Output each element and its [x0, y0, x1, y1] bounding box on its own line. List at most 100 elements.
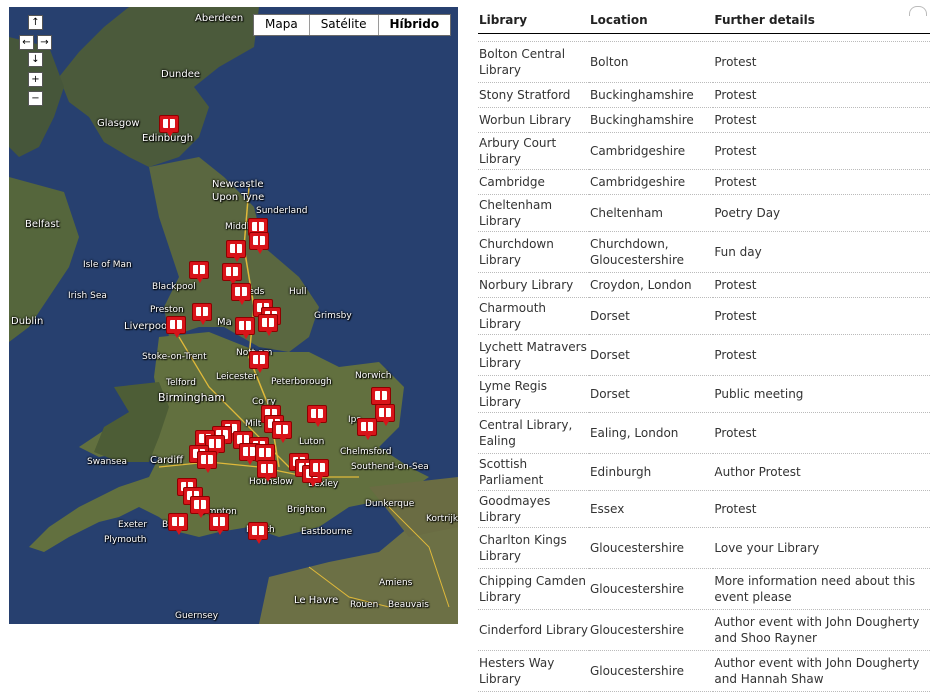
- library-marker-icon[interactable]: [248, 522, 268, 544]
- place-label: Ma: [217, 317, 232, 328]
- cell-details: Protest: [713, 169, 930, 195]
- table-row: Cambridge Cambridgeshire Protest: [478, 169, 930, 195]
- table-row: Cinderford Library Gloucestershire Author …: [478, 609, 930, 651]
- cell-location: Gloucestershire: [588, 609, 714, 651]
- map-type-mapa-button[interactable]: Mapa: [254, 15, 310, 35]
- place-label: Leicester: [216, 372, 257, 382]
- cell-library: Norbury Library: [478, 272, 589, 298]
- cell-library: Stony Stratford: [478, 82, 589, 108]
- library-marker-icon[interactable]: [159, 115, 179, 137]
- library-marker-icon[interactable]: [272, 421, 292, 443]
- place-label: Eastbourne: [301, 527, 353, 537]
- pan-up-button[interactable]: ↑: [28, 15, 43, 30]
- library-marker-icon[interactable]: [166, 316, 186, 338]
- pan-down-button[interactable]: ↓: [28, 52, 43, 67]
- place-label: Grimsby: [314, 311, 352, 321]
- place-label: Exeter: [118, 520, 148, 530]
- table-row: Chipping Camden Library Gloucestershire Mo…: [478, 568, 930, 610]
- place-label: Sunderland: [256, 206, 308, 216]
- cell-library: Cinderford Library: [478, 609, 589, 651]
- library-marker-icon[interactable]: [309, 459, 329, 481]
- column-header-library: Library: [478, 6, 589, 34]
- place-label: Amiens: [379, 578, 413, 588]
- table-row: Churchdown Library Churchdown, Gloucester…: [478, 231, 930, 273]
- cell-location: Gloucestershire: [588, 650, 714, 692]
- cell-library: Hesters Way Library: [478, 650, 589, 692]
- library-marker-icon[interactable]: [192, 303, 212, 325]
- pan-right-button[interactable]: →: [37, 35, 52, 50]
- place-label: Plymouth: [104, 535, 147, 545]
- place-label: Rouen: [350, 600, 379, 610]
- place-label: Hull: [289, 287, 307, 297]
- table-row: Central Library, Ealing Ealing, London Pro…: [478, 412, 930, 454]
- column-header-location: Location: [588, 6, 714, 34]
- map-type-hibrido-button[interactable]: Híbrido: [379, 15, 451, 35]
- place-label: Le Havre: [294, 595, 339, 606]
- table-row: Stony Stratford Buckinghamshire Protest: [478, 82, 930, 108]
- cell-details: Protest: [713, 41, 930, 83]
- library-marker-icon[interactable]: [209, 513, 229, 535]
- cell-details: Protest: [713, 82, 930, 108]
- library-marker-icon[interactable]: [357, 418, 377, 440]
- cell-location: Gloucestershire: [588, 568, 714, 610]
- library-marker-icon[interactable]: [168, 513, 188, 535]
- place-label: Preston: [150, 305, 184, 315]
- cell-details: Protest: [713, 272, 930, 298]
- library-marker-icon[interactable]: [190, 496, 210, 518]
- table-row: Worbun Library Buckinghamshire Protest: [478, 107, 930, 133]
- place-label: Brighton: [287, 505, 326, 515]
- cell-details: Love your Library: [713, 527, 930, 569]
- library-marker-icon[interactable]: [197, 451, 217, 473]
- library-map[interactable]: Mapa Satélite Híbrido ↑ ← → ↓ + − Aberde…: [9, 7, 458, 624]
- library-marker-icon[interactable]: [257, 460, 277, 482]
- cell-location: Edinburgh: [588, 453, 714, 491]
- library-marker-icon[interactable]: [235, 317, 255, 339]
- place-label: Birmingham: [158, 391, 226, 404]
- place-label: Cardiff: [150, 455, 184, 466]
- zoom-in-button[interactable]: +: [28, 72, 43, 87]
- cell-library: Bolton Central Library: [478, 41, 589, 83]
- map-satellite-base: [9, 7, 458, 624]
- library-marker-icon[interactable]: [231, 283, 251, 305]
- cell-library: Charlton Kings Library: [478, 527, 589, 569]
- place-label: Chelmsford: [340, 447, 392, 457]
- cell-details: Author Protest: [713, 453, 930, 491]
- cell-details: Protest: [713, 297, 930, 335]
- library-marker-icon[interactable]: [249, 232, 269, 254]
- library-marker-icon[interactable]: [249, 351, 269, 373]
- cell-details: Protest: [713, 334, 930, 376]
- table-header-row: Library Location Further details: [478, 6, 930, 34]
- table-row: Charmouth Library Dorset Protest: [478, 297, 930, 335]
- cell-details: Protest: [713, 412, 930, 454]
- cell-library: Chipping Camden Library: [478, 568, 589, 610]
- cell-location: Ealing, London: [588, 412, 714, 454]
- library-marker-icon[interactable]: [222, 263, 242, 285]
- cell-location: Croydon, London: [588, 272, 714, 298]
- library-marker-icon[interactable]: [258, 314, 278, 336]
- cell-details: Author event with John Dougherty and Sho…: [713, 609, 930, 651]
- cell-library: Arbury Court Library: [478, 132, 589, 170]
- cell-location: Bolton: [588, 41, 714, 83]
- cell-library: Churchdown Library: [478, 231, 589, 273]
- cell-library: Scottish Parliament: [478, 453, 589, 491]
- map-type-selector: Mapa Satélite Híbrido: [253, 14, 452, 36]
- cell-details: Protest: [713, 490, 930, 528]
- pan-left-button[interactable]: ←: [19, 35, 34, 50]
- library-marker-icon[interactable]: [307, 405, 327, 427]
- table-row: Lychett Matravers Library Dorset Protest: [478, 334, 930, 376]
- library-marker-icon[interactable]: [189, 261, 209, 283]
- library-events-table: Library Location Further details Bolton …: [478, 6, 930, 692]
- library-marker-icon[interactable]: [375, 404, 395, 426]
- cell-location: Gloucestershire: [588, 527, 714, 569]
- cell-location: Cheltenham: [588, 194, 714, 232]
- library-marker-icon[interactable]: [226, 240, 246, 262]
- cell-details: Public meeting: [713, 375, 930, 413]
- place-label: Glasgow: [97, 118, 140, 129]
- table-row: Hesters Way Library Gloucestershire Author…: [478, 650, 930, 692]
- library-marker-icon[interactable]: [371, 387, 391, 409]
- place-label: Dublin: [11, 316, 44, 327]
- place-label: Telford: [166, 378, 196, 388]
- zoom-out-button[interactable]: −: [28, 91, 43, 106]
- cell-details: Fun day: [713, 231, 930, 273]
- map-type-satelite-button[interactable]: Satélite: [310, 15, 379, 35]
